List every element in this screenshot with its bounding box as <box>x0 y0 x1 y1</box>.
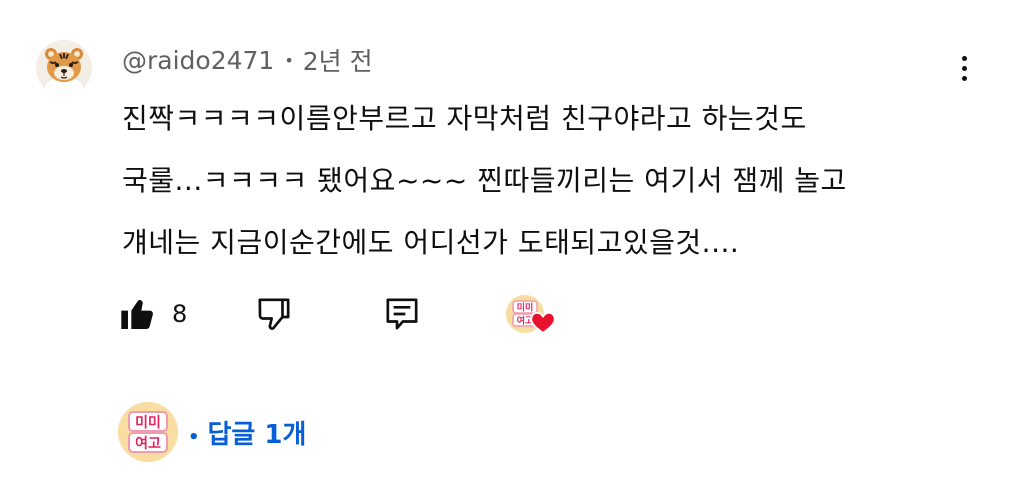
more-options-button[interactable] <box>948 50 980 86</box>
comment-line: 진짝ㅋㅋㅋㅋ이름안부르고 자막처럼 친구야라고 하는것도 <box>122 102 807 135</box>
reply-button[interactable] <box>382 290 422 338</box>
replies-count-label: 답글 1개 <box>207 419 307 450</box>
comment-body: 진짝ㅋㅋㅋㅋ이름안부르고 자막처럼 친구야라고 하는것도 국룰...ㅋㅋㅋㅋ 됐… <box>122 88 982 274</box>
comment-line: 국룰...ㅋㅋㅋㅋ 됐어요~~~ 찐따들끼리는 여기서 잼께 놀고 <box>122 164 847 197</box>
svg-text:미미: 미미 <box>135 415 161 431</box>
dislike-button[interactable] <box>254 290 294 338</box>
like-button[interactable]: 8 <box>118 290 187 338</box>
creator-heart-icon <box>530 311 556 334</box>
comment-thread: @raido2471 • 2년 전 진짝ㅋㅋㅋㅋ이름안부르고 자막처럼 친구야라… <box>0 0 1024 496</box>
comment-meta: @raido2471 • 2년 전 <box>122 42 373 78</box>
svg-text:여고: 여고 <box>135 435 161 452</box>
tiger-plush-avatar-icon <box>36 40 92 96</box>
thumbs-up-filled-icon <box>121 299 153 329</box>
miminyeogo-channel-logo: 미미 여고 <box>118 402 178 462</box>
replies-separator: • <box>188 426 200 448</box>
view-replies-button[interactable]: 미미 여고 • 답글 1개 <box>118 402 306 462</box>
like-count: 8 <box>172 300 188 328</box>
replies-link[interactable]: • 답글 1개 <box>188 414 306 451</box>
more-vertical-icon <box>961 53 967 83</box>
creator-heart-badge: 미미 여고 <box>506 290 556 338</box>
comment-line: 걔네는 지금이순간에도 어디선가 도태되고있을것.... <box>122 226 740 259</box>
meta-separator: • <box>284 50 294 70</box>
comment-timestamp[interactable]: 2년 전 <box>303 42 373 78</box>
author-avatar[interactable] <box>36 40 92 96</box>
thumbs-down-icon <box>258 298 290 330</box>
author-handle[interactable]: @raido2471 <box>122 46 274 75</box>
reply-creator-avatar: 미미 여고 <box>118 402 178 462</box>
reply-comment-icon <box>386 298 418 330</box>
